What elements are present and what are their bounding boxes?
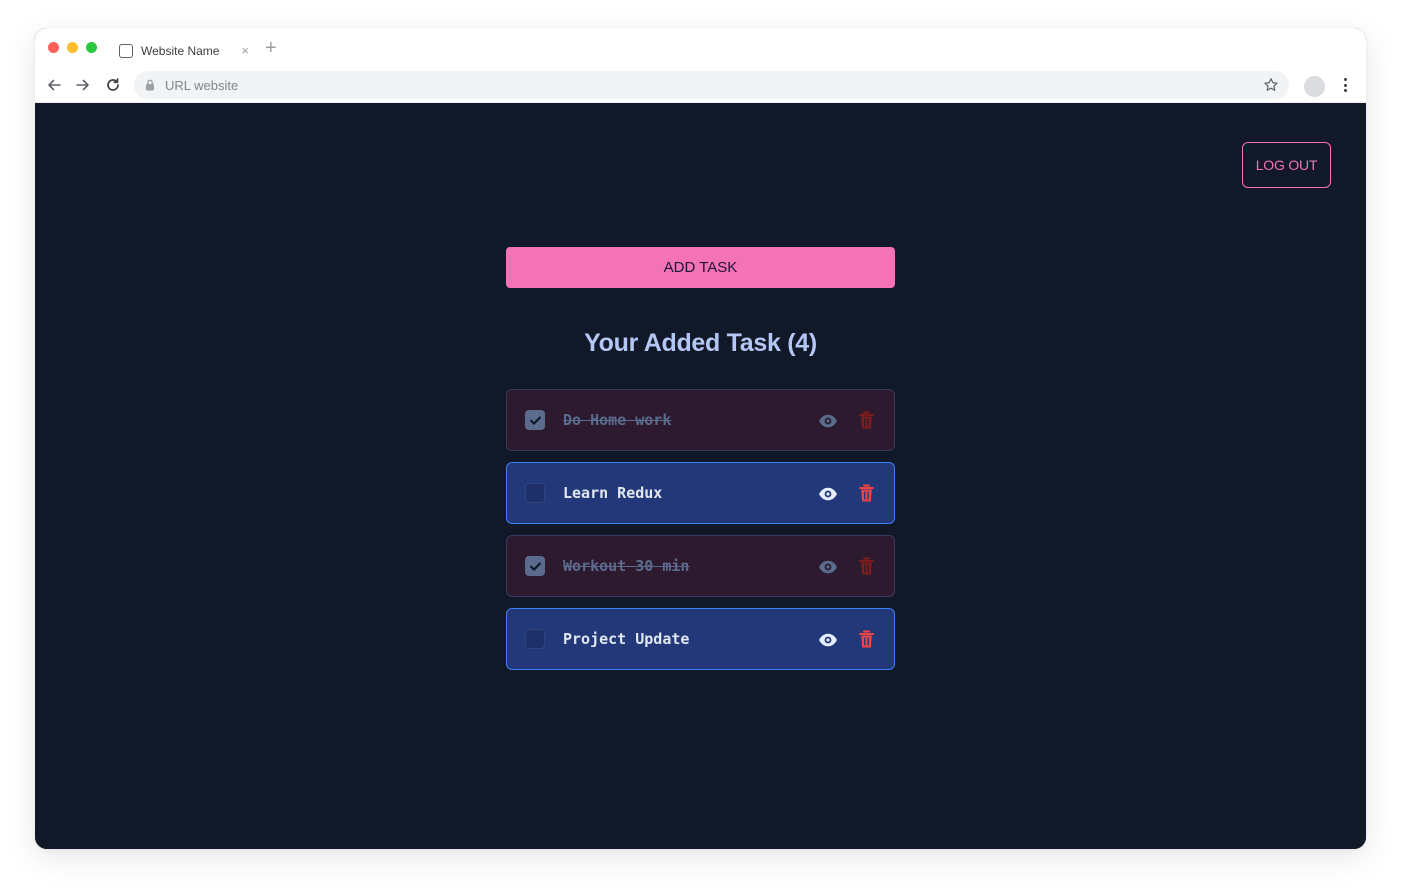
eye-icon[interactable] [818,411,838,431]
task-label: Project Update [563,630,690,648]
check-icon [529,416,541,425]
browser-tab[interactable]: Website Name × [109,35,257,67]
task-item: Workout 30 min [506,535,895,597]
trash-icon[interactable] [859,557,874,576]
task-checkbox[interactable] [525,556,545,576]
task-item: Project Update [506,608,895,670]
task-label: Learn Redux [563,484,663,502]
task-list-title: Your Added Task (4) [584,329,817,357]
reload-icon[interactable] [103,75,123,95]
avatar[interactable] [1304,76,1325,97]
tab-strip: Website Name × + [35,28,1366,67]
trash-icon[interactable] [859,484,874,503]
address-bar[interactable]: URL website [134,71,1289,99]
new-tab-button[interactable]: + [265,38,277,58]
task-checkbox[interactable] [525,483,545,503]
kebab-menu-icon[interactable] [1339,77,1351,93]
window-close-control[interactable] [48,42,59,53]
trash-icon[interactable] [859,630,874,649]
eye-icon[interactable] [818,484,838,504]
eye-icon[interactable] [818,557,838,577]
task-item: Do Home work [506,389,895,451]
add-task-button[interactable]: ADD TASK [506,247,895,288]
task-list: Do Home work Learn Redux Workout 30 min [506,389,895,681]
star-icon[interactable] [1263,77,1279,93]
logout-button[interactable]: LOG OUT [1242,142,1331,188]
window-maximize-control[interactable] [86,42,97,53]
app-content: LOG OUT ADD TASK Your Added Task (4) Do … [35,103,1366,849]
forward-arrow-icon[interactable] [73,75,93,95]
browser-window: Website Name × + URL website LOG OUT ADD… [35,28,1366,849]
task-item: Learn Redux [506,462,895,524]
eye-icon[interactable] [818,630,838,650]
page-icon [119,44,133,58]
back-arrow-icon[interactable] [44,75,64,95]
task-checkbox[interactable] [525,410,545,430]
window-minimize-control[interactable] [67,42,78,53]
task-label: Workout 30 min [563,557,690,575]
tab-title: Website Name [141,44,220,58]
task-label: Do Home work [563,411,672,429]
browser-toolbar: URL website [35,67,1366,103]
check-icon [529,562,541,571]
trash-icon[interactable] [859,411,874,430]
lock-icon [146,79,154,91]
url-text: URL website [165,77,239,93]
task-checkbox[interactable] [525,629,545,649]
close-icon[interactable]: × [241,43,249,59]
